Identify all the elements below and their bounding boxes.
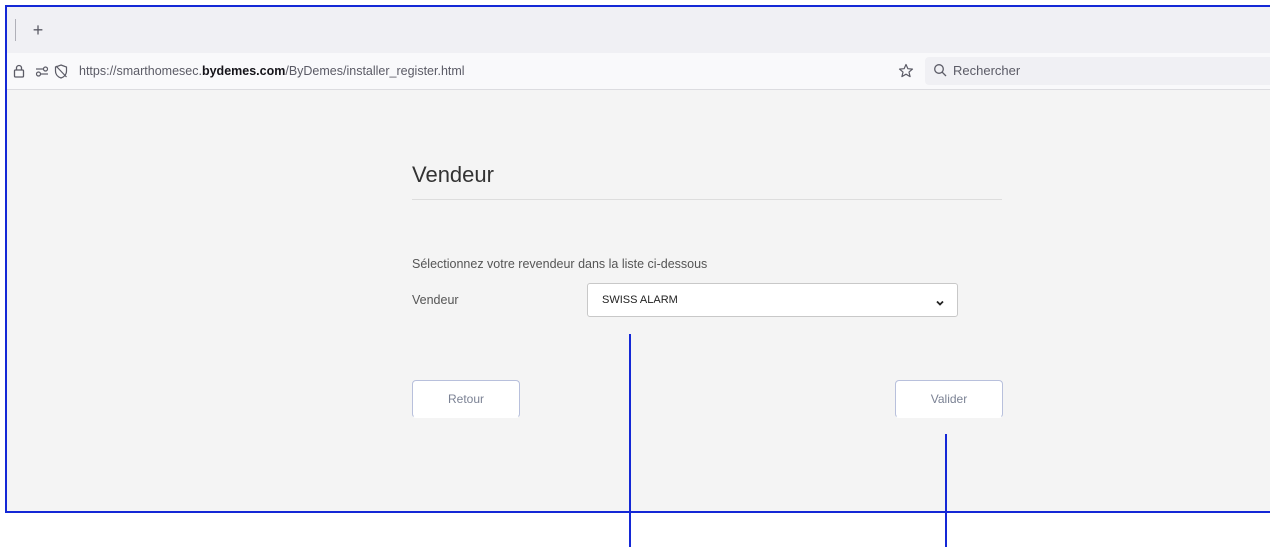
navigation-bar: https://smarthomesec.bydemes.com/ByDemes… xyxy=(7,53,1270,90)
chevron-down-icon xyxy=(935,295,945,313)
page-content: Vendeur Sélectionnez votre revendeur dan… xyxy=(7,90,1270,511)
back-button[interactable]: Retour xyxy=(412,380,520,418)
tab-strip: + xyxy=(7,7,1270,53)
permissions-icon[interactable] xyxy=(34,53,50,89)
submit-button[interactable]: Valider xyxy=(895,380,1003,418)
url-prefix: https://smarthomesec. xyxy=(79,64,202,78)
address-bar-url[interactable]: https://smarthomesec.bydemes.com/ByDemes… xyxy=(79,53,465,89)
annotation-line-vendor xyxy=(629,334,631,547)
url-domain: bydemes.com xyxy=(201,64,286,78)
search-placeholder: Rechercher xyxy=(953,63,1021,78)
vendor-select-value: SWISS ALARM xyxy=(602,294,678,306)
annotation-line-submit xyxy=(945,434,947,547)
tab-separator xyxy=(15,19,16,41)
title-divider xyxy=(412,199,1002,200)
new-tab-button[interactable]: + xyxy=(27,19,49,41)
vendor-label: Vendeur xyxy=(412,293,459,307)
star-icon[interactable] xyxy=(895,53,917,89)
search-icon xyxy=(933,63,947,82)
url-path: /ByDemes/installer_register.html xyxy=(285,64,465,78)
page-title: Vendeur xyxy=(412,162,494,187)
vendor-select[interactable]: SWISS ALARM xyxy=(587,283,958,317)
lock-icon[interactable] xyxy=(11,53,27,89)
browser-window: + https://smarthomesec.bydemes.com/ByDem… xyxy=(5,5,1270,513)
instruction-text: Sélectionnez votre revendeur dans la lis… xyxy=(412,257,708,271)
tracking-protection-icon[interactable] xyxy=(53,53,69,89)
search-box[interactable]: Rechercher xyxy=(925,57,1270,85)
